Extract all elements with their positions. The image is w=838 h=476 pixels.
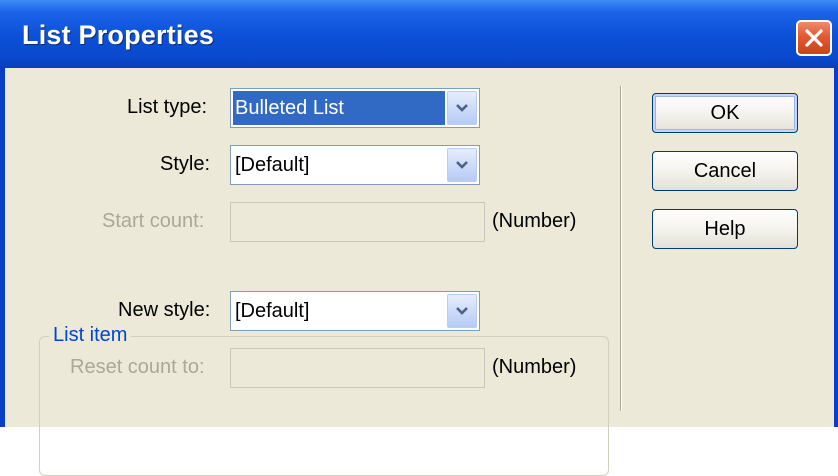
dialog-title: List Properties	[22, 20, 215, 50]
reset-count-unit: (Number)	[492, 356, 577, 378]
start-count-unit: (Number)	[492, 210, 577, 232]
chevron-down-icon	[456, 104, 468, 112]
list-item-group-title: List item	[49, 324, 132, 347]
new-style-select[interactable]: [Default]	[230, 291, 480, 331]
list-type-label: List type:	[127, 96, 208, 118]
close-button[interactable]	[796, 20, 832, 56]
chevron-down-icon	[456, 307, 468, 315]
reset-count-input[interactable]	[230, 348, 485, 388]
close-icon	[805, 29, 823, 47]
style-value: [Default]	[235, 154, 310, 176]
style-label: Style:	[160, 153, 211, 175]
new-style-label: New style:	[118, 299, 211, 321]
start-count-label: Start count:	[102, 210, 205, 232]
title-bar[interactable]: List Properties	[0, 0, 838, 68]
list-type-dropdown-button[interactable]	[447, 91, 477, 125]
list-type-value: Bulleted List	[233, 91, 445, 125]
new-style-value: [Default]	[235, 300, 310, 322]
style-select[interactable]: [Default]	[230, 145, 480, 185]
ok-button[interactable]: OK	[652, 93, 798, 133]
reset-count-label: Reset count to:	[70, 356, 205, 378]
list-type-select[interactable]: Bulleted List	[230, 88, 480, 128]
chevron-down-icon	[456, 161, 468, 169]
cancel-button[interactable]: Cancel	[652, 151, 798, 191]
vertical-separator	[620, 86, 622, 411]
style-dropdown-button[interactable]	[447, 148, 477, 182]
help-button[interactable]: Help	[652, 209, 798, 249]
new-style-dropdown-button[interactable]	[447, 294, 477, 328]
start-count-input[interactable]	[230, 202, 485, 242]
list-properties-dialog: List Properties List type: Bulleted List…	[0, 0, 838, 476]
